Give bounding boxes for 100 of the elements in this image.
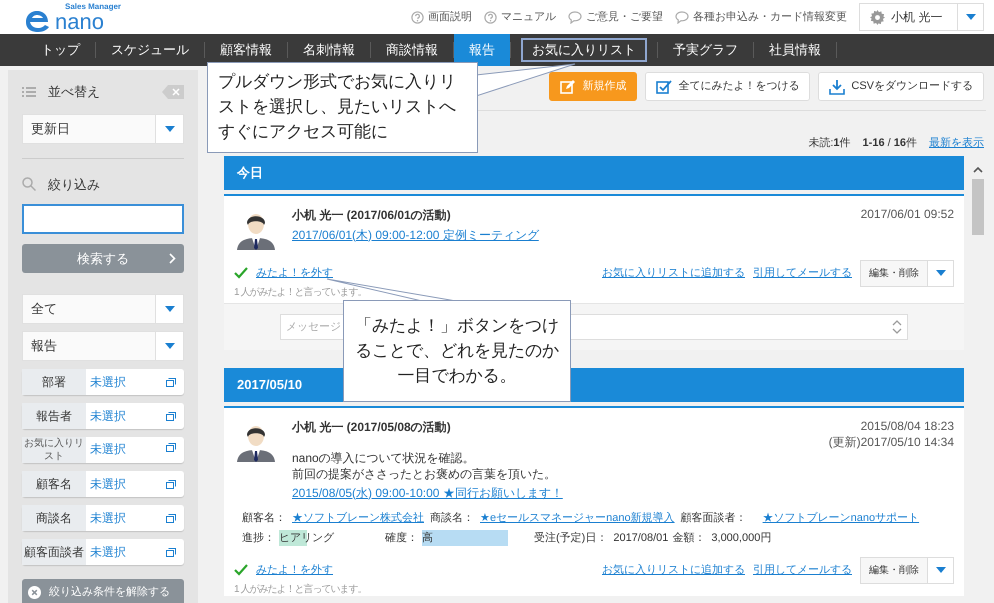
speech-bubble-icon: [675, 10, 689, 24]
scroll-up-icon: [973, 166, 983, 172]
scrollbar-thumb[interactable]: [972, 178, 984, 234]
filter-field-label: 顧客名: [22, 471, 86, 497]
favorite-add-link[interactable]: お気に入りリストに追加する: [602, 264, 745, 282]
filter-field-label: 商談名: [22, 505, 86, 531]
filter-field-value: 未選択: [89, 408, 127, 425]
quote-mail-link[interactable]: 引用してメールする: [753, 264, 852, 282]
field-label: 顧客面談者：: [680, 510, 747, 526]
toolbar-button[interactable]: 全てにみたよ！をつける: [645, 72, 810, 101]
speech-bubble-icon: [568, 10, 582, 24]
chevron-right-icon: [169, 253, 176, 264]
order-date: 2017/08/01: [613, 531, 668, 546]
favorite-add-link[interactable]: お気に入りリストに追加する: [602, 562, 745, 578]
edit-dropdown-button[interactable]: 編集・削除: [860, 556, 954, 584]
report-title: 小机 光一 (2017/05/08の活動): [292, 418, 451, 436]
collapse-icon[interactable]: [162, 84, 184, 99]
dropdown[interactable]: 報告: [22, 331, 184, 361]
dropdown[interactable]: 全て: [22, 294, 184, 324]
filter-field[interactable]: 報告者 未選択: [22, 403, 184, 429]
amount: 3,000,000円: [711, 531, 772, 546]
filter-field[interactable]: 部署 未選択: [22, 369, 184, 395]
result-range: 1-16 / 16件: [862, 136, 917, 151]
popup-icon: [166, 378, 176, 386]
caret-icon: [936, 567, 946, 573]
header-link[interactable]: 画面説明: [411, 8, 472, 26]
seen-count-note: 1 人がみたよ！と言っています。: [234, 286, 366, 298]
nav-tab[interactable]: スケジュール: [96, 34, 204, 66]
caret-icon: [164, 126, 174, 132]
filter-field-value: 未選択: [89, 510, 127, 527]
gear-icon: [870, 10, 885, 24]
callout-tooltip: プルダウン形式でお気に入りリストを選択し、見たいリストへすぐにアクセス可能に: [207, 62, 478, 153]
filter-field[interactable]: 商談名 未選択: [22, 505, 184, 531]
show-latest-link[interactable]: 最新を表示: [929, 135, 984, 152]
deal-link[interactable]: ★eセールスマネージャーnano新規導入: [480, 510, 675, 526]
download-icon: [829, 78, 846, 94]
report-text: 前回の提案がささったとお褒めの言葉を頂いた。: [292, 466, 556, 482]
popup-icon: [166, 548, 176, 556]
edit-icon: [560, 78, 576, 94]
user-menu[interactable]: 小机 光一: [859, 3, 984, 31]
quote-mail-link[interactable]: 引用してメールする: [753, 562, 852, 578]
filter-field[interactable]: 顧客名 未選択: [22, 471, 184, 497]
filter-field[interactable]: 顧客面談者 未選択: [22, 539, 184, 565]
close-icon: [28, 586, 41, 599]
toolbar-button[interactable]: CSVをダウンロードする: [818, 72, 984, 101]
schedule-link[interactable]: 2015/08/05(水) 09:00-10:00 ★同行お願いします！: [292, 484, 563, 502]
field-label: 金額：: [672, 530, 706, 546]
help-icon: [484, 10, 497, 24]
field-label: 商談名：: [430, 510, 474, 526]
schedule-link[interactable]: 2017/06/01(木) 09:00-12:00 定例ミーティング: [292, 226, 539, 244]
search-field[interactable]: [22, 204, 184, 234]
customer-link[interactable]: ★ソフトブレーン株式会社: [292, 510, 424, 526]
nav-tab[interactable]: 報告: [454, 34, 510, 66]
filter-label: 絞り込み: [48, 176, 100, 194]
edit-delete-label: 編集・削除: [868, 266, 920, 280]
filter-field-value: 未選択: [89, 544, 127, 561]
filter-field-label: 部署: [22, 369, 86, 395]
popup-icon: [166, 480, 176, 488]
filter-field-label: 報告者: [22, 403, 86, 429]
timestamp: 2015/08/04 18:23: [860, 418, 954, 434]
nav-tab[interactable]: 社員情報: [754, 34, 836, 66]
field-label: 顧客名：: [242, 510, 286, 526]
field-label: 確度：: [385, 530, 418, 546]
timestamp: 2017/06/01 09:52: [860, 206, 954, 222]
caret-icon: [936, 270, 946, 276]
timestamp: (更新)2017/05/10 14:34: [828, 434, 954, 450]
edit-delete-label: 編集・削除: [868, 564, 920, 578]
field-label: 進捗：: [242, 531, 275, 546]
contact-link[interactable]: ★ソフトブレーンnanoサポート: [762, 510, 920, 526]
certainty-value: 高: [422, 530, 508, 546]
filter-field-label: 顧客面談者: [22, 539, 86, 565]
nav-tab[interactable]: トップ: [26, 34, 95, 66]
header-link[interactable]: 各種お申込み・カード情報変更: [675, 8, 847, 26]
nav-tab[interactable]: お気に入りリスト: [517, 34, 651, 66]
seen-count-note: 1 人がみたよ！と言っています。: [234, 584, 366, 596]
help-icon: [411, 10, 424, 24]
popup-icon: [166, 514, 176, 522]
caret-icon: [966, 14, 976, 20]
filter-field-value: 未選択: [89, 441, 127, 458]
caret-icon: [164, 343, 174, 349]
logo-text: nano: [55, 10, 104, 32]
search-icon: [22, 177, 36, 192]
dropdown[interactable]: 更新日: [22, 114, 184, 144]
dropdown-value: 報告: [30, 337, 58, 356]
unread-count: 未読:1件: [808, 136, 851, 151]
spinner-icon: [892, 318, 902, 334]
filter-field-value: 未選択: [89, 476, 127, 493]
filter-field-value: 未選択: [89, 374, 127, 391]
seen-toggle-link[interactable]: みたよ！を外す: [256, 562, 333, 578]
list-icon: [22, 86, 36, 97]
sort-label: 並べ替え: [48, 83, 100, 101]
nav-tab[interactable]: 予実グラフ: [658, 34, 753, 66]
user-name: 小机 光一: [891, 9, 944, 26]
dropdown-value: 更新日: [30, 120, 71, 138]
edit-dropdown-button[interactable]: 編集・削除: [860, 260, 954, 286]
seen-toggle-link[interactable]: みたよ！を外す: [256, 264, 333, 282]
header-link[interactable]: ご意見・ご要望: [568, 8, 663, 26]
field-label: 受注(予定)日：: [534, 530, 608, 546]
header-link[interactable]: マニュアル: [484, 8, 556, 26]
logo-tagline: Sales Manager: [65, 2, 122, 10]
